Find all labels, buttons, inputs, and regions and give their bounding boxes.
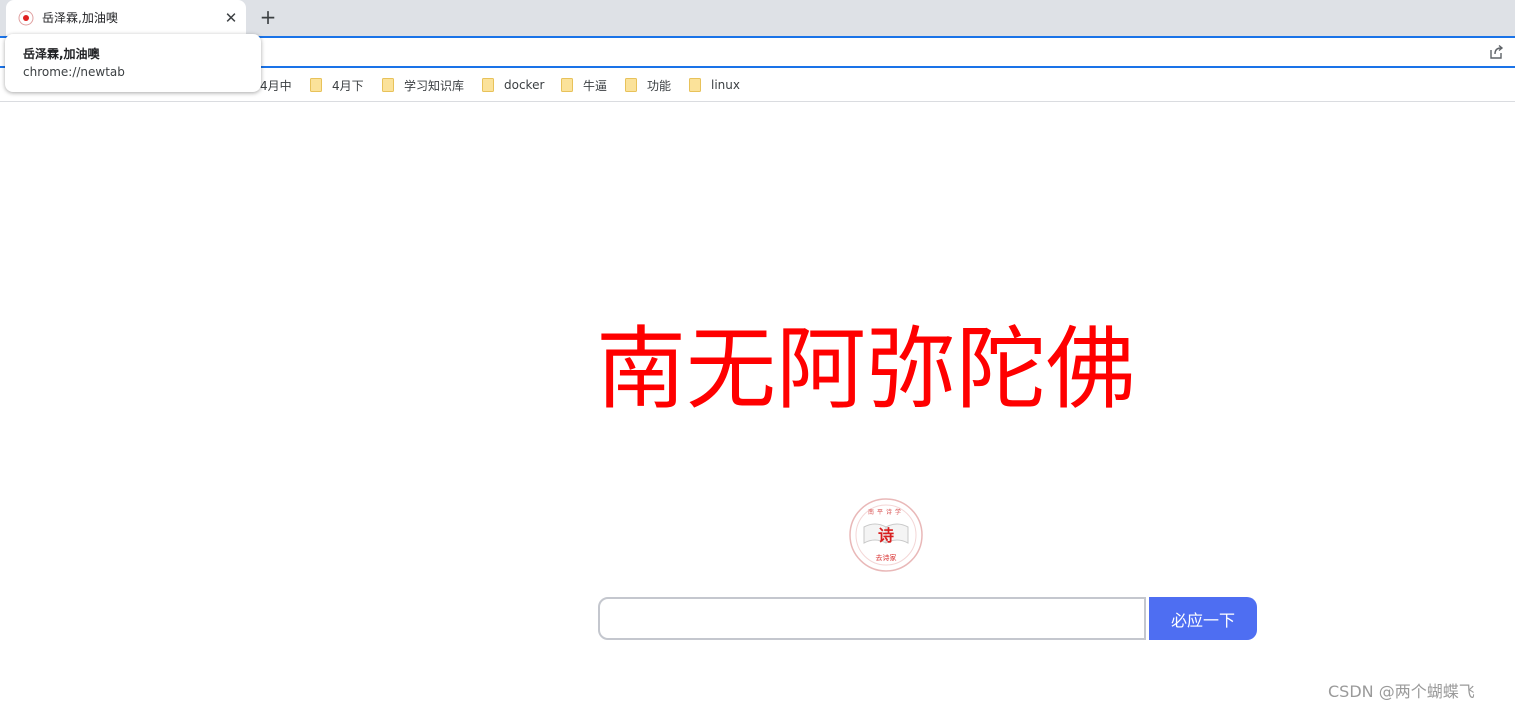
bookmark-label: 牛逼: [583, 78, 608, 93]
folder-icon: [561, 78, 573, 92]
folder-icon: [625, 78, 637, 92]
bookmark-folder[interactable]: docker: [482, 76, 544, 94]
csdn-watermark: CSDN @两个蝴蝶飞: [1328, 682, 1475, 701]
poetry-seal-logo: 诗 南平诗学 去诗家: [849, 498, 923, 572]
bookmark-folder[interactable]: 学习知识库: [382, 76, 464, 94]
logo-center-char: 诗: [878, 526, 894, 545]
page-headline: 南无阿弥陀佛: [596, 317, 1136, 422]
bookmark-label: 4月中: [260, 78, 292, 93]
close-icon[interactable]: ✕: [222, 9, 240, 27]
bookmark-folder[interactable]: 牛逼: [561, 76, 607, 94]
hover-card-url: chrome://newtab: [23, 65, 125, 79]
new-tab-icon[interactable]: +: [256, 5, 280, 29]
hover-card-title: 岳泽霖,加油噢: [23, 47, 100, 61]
bookmark-label: 4月下: [332, 78, 364, 93]
folder-icon: [482, 78, 494, 92]
bookmark-folder[interactable]: 4月下: [310, 76, 364, 94]
tab-strip: 岳泽霖,加油噢 ✕ +: [0, 0, 1515, 36]
bookmark-folder[interactable]: linux: [689, 76, 740, 94]
share-icon[interactable]: [1488, 44, 1504, 60]
search-input[interactable]: [598, 597, 1146, 640]
bing-search-button[interactable]: 必应一下: [1149, 597, 1257, 640]
tab-title: 岳泽霖,加油噢: [42, 11, 118, 25]
logo-top-text: 南平诗学: [868, 508, 904, 516]
logo-bottom-text: 去诗家: [876, 553, 897, 562]
bookmark-folder[interactable]: 功能: [625, 76, 671, 94]
bookmark-label: docker: [504, 78, 545, 92]
bookmark-folder[interactable]: 4月中: [260, 76, 292, 94]
folder-icon: [382, 78, 394, 92]
folder-icon: [310, 78, 322, 92]
bookmark-label: 功能: [647, 78, 672, 93]
poetry-seal-icon: [18, 10, 34, 26]
bookmark-label: linux: [711, 78, 740, 92]
browser-tab[interactable]: 岳泽霖,加油噢 ✕: [6, 0, 246, 36]
folder-icon: [689, 78, 701, 92]
bookmark-label: 学习知识库: [404, 78, 465, 93]
tab-hover-card: 岳泽霖,加油噢 chrome://newtab: [5, 34, 261, 92]
